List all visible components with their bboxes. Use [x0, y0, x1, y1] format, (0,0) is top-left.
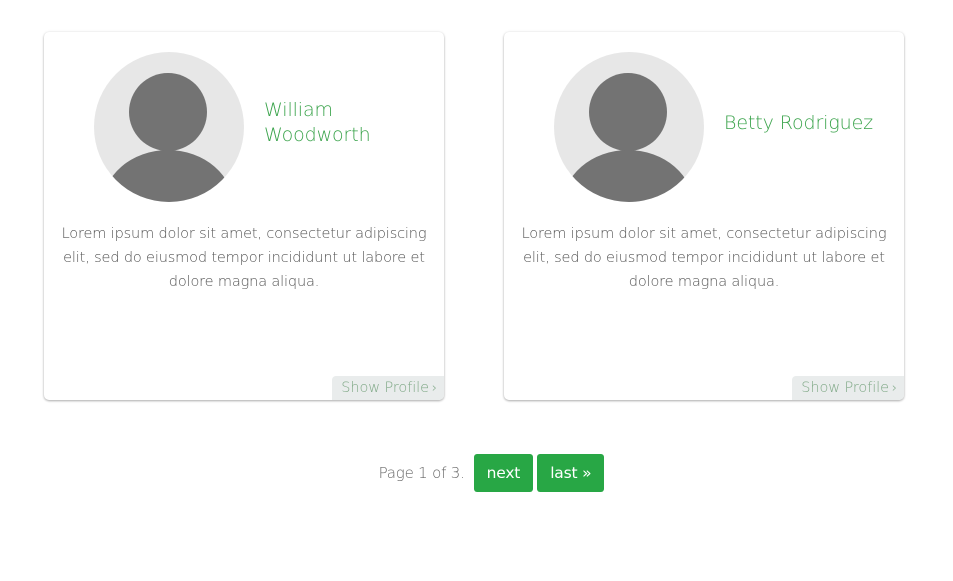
profile-description: Lorem ipsum dolor sit amet, consectetur … [61, 226, 427, 290]
profile-card: Betty Rodriguez Lorem ipsum dolor sit am… [504, 32, 904, 400]
avatar-placeholder-icon [554, 52, 704, 202]
show-profile-label: Show Profile [341, 380, 429, 396]
profile-name: Betty Rodriguez [724, 112, 874, 134]
profile-card: William Woodworth Lorem ipsum dolor sit … [44, 32, 444, 400]
show-profile-label: Show Profile [801, 380, 889, 396]
chevron-right-icon: › [891, 381, 897, 396]
last-page-button[interactable]: last » [537, 454, 605, 492]
next-page-button[interactable]: next [473, 454, 534, 492]
page: William Woodworth Lorem ipsum dolor sit … [0, 0, 953, 581]
show-profile-button[interactable]: Show Profile › [332, 376, 444, 400]
profile-description: Lorem ipsum dolor sit amet, consectetur … [521, 226, 887, 290]
pagination: Page 1 of 3. next last » [0, 454, 953, 492]
chevron-right-icon: › [431, 381, 437, 396]
profile-name: William Woodworth [264, 99, 371, 146]
page-info: Page 1 of 3. [378, 464, 465, 482]
avatar-placeholder-icon [94, 52, 244, 202]
show-profile-button[interactable]: Show Profile › [792, 376, 904, 400]
